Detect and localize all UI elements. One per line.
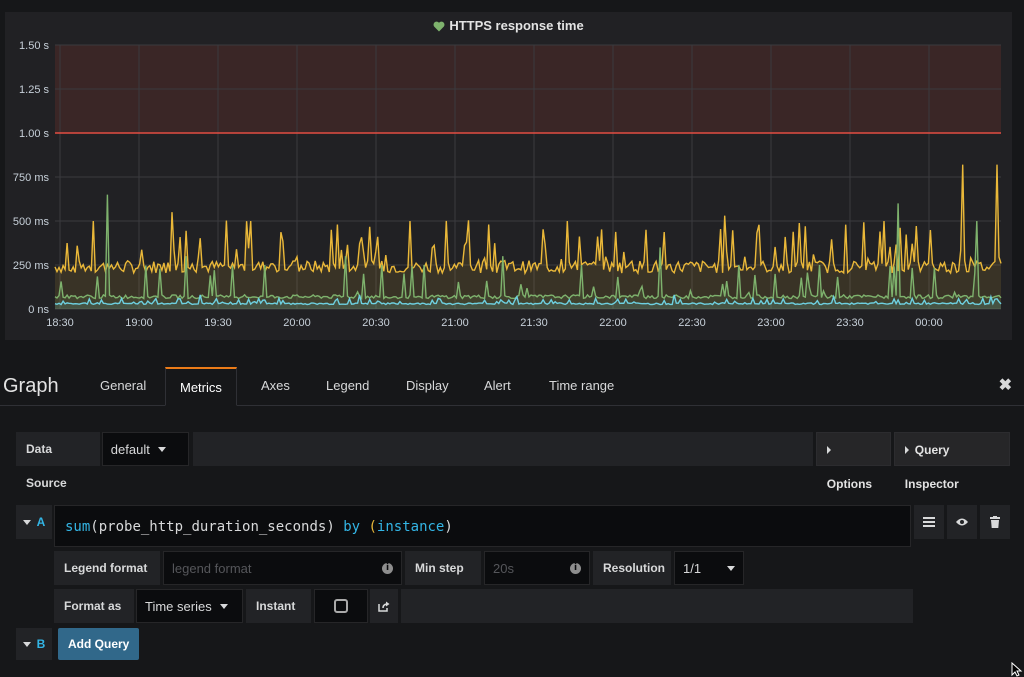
editor-title: Graph	[3, 375, 59, 397]
close-icon[interactable]: ✖	[999, 375, 1012, 395]
editor-header: Graph General Metrics Axes Legend Displa…	[0, 365, 1024, 406]
trash-icon	[990, 516, 1000, 528]
caret-right-icon	[904, 446, 909, 454]
query-a-options-row-1: Legend format legend format i Min step 20…	[54, 551, 744, 585]
y-tick-label: 1.50 s	[19, 40, 49, 52]
expr-paren: (	[90, 519, 99, 535]
query-b-toggle[interactable]: B	[16, 628, 52, 660]
min-step-placeholder: 20s	[493, 560, 514, 576]
tab-axes[interactable]: Axes	[247, 367, 304, 405]
datasource-value: default	[110, 441, 150, 457]
query-inspector-label: Query Inspector	[904, 443, 959, 491]
chevron-down-icon	[22, 641, 31, 647]
legend-format-placeholder: legend format	[172, 560, 252, 576]
time-series-graph: 1.50 s 1.25 s 1.00 s 750 ms 500 ms 250 ms 0 ns…	[13, 40, 1002, 329]
chevron-down-icon	[727, 565, 735, 571]
expr-keyword: by	[343, 519, 361, 535]
chevron-down-icon	[22, 519, 31, 525]
instant-checkbox[interactable]	[334, 599, 348, 613]
y-tick-label: 750 ms	[13, 172, 50, 184]
options-row-spacer	[401, 589, 913, 623]
query-a-toggle[interactable]: A	[16, 505, 52, 539]
x-tick-label: 18:30	[46, 317, 74, 329]
legend-format-input[interactable]: legend format i	[163, 551, 402, 585]
query-inspector-button[interactable]: Query Inspector	[893, 432, 1010, 491]
expr-paren: (	[368, 519, 377, 535]
x-tick-label: 23:30	[836, 317, 864, 329]
y-tick-label: 250 ms	[13, 260, 50, 272]
format-as-value: Time series	[145, 598, 212, 614]
legend-format-label: Legend format	[54, 551, 160, 585]
add-query-button[interactable]: Add Query	[58, 628, 140, 660]
tab-time-range[interactable]: Time range	[535, 367, 628, 405]
datasource-select[interactable]: default	[101, 432, 189, 466]
expr-paren: )	[444, 519, 453, 535]
y-tick-label: 1.00 s	[19, 128, 49, 140]
tab-legend[interactable]: Legend	[312, 367, 383, 405]
expr-metric: probe_http_duration_seconds	[98, 519, 327, 535]
delete-query-button[interactable]	[980, 505, 1010, 539]
toggle-query-visibility-button[interactable]	[947, 505, 977, 539]
y-tick-label: 500 ms	[13, 216, 50, 228]
panel-title[interactable]: HTTPS response time	[5, 18, 1012, 33]
graph-panel: 1.50 s 1.25 s 1.00 s 750 ms 500 ms 250 ms 0 ns…	[5, 12, 1012, 340]
share-icon	[378, 601, 390, 612]
x-tick-label: 19:00	[125, 317, 153, 329]
x-tick-label: 22:30	[678, 317, 706, 329]
instant-checkbox-wrap	[314, 589, 368, 623]
info-icon[interactable]: i	[382, 562, 393, 574]
x-tick-label: 23:00	[757, 317, 785, 329]
expr-paren: )	[326, 519, 335, 535]
format-as-select[interactable]: Time series	[136, 589, 243, 623]
series-line	[54, 164, 1002, 276]
resolution-label: Resolution	[593, 551, 671, 585]
query-b-ref: B	[36, 637, 46, 651]
panel-title-text: HTTPS response time	[449, 18, 584, 33]
resolution-select[interactable]: 1/1	[674, 551, 744, 585]
options-label: Options	[826, 477, 873, 491]
datasource-row: Data Source default Options Query Inspec…	[16, 432, 1010, 491]
tab-general[interactable]: General	[86, 367, 160, 405]
info-icon[interactable]: i	[570, 562, 581, 574]
tab-metrics[interactable]: Metrics	[165, 367, 237, 406]
x-tick-label: 22:00	[599, 317, 627, 329]
query-a-expression-editor[interactable]: sum(probe_http_duration_seconds) by (ins…	[54, 505, 911, 547]
chevron-down-icon	[157, 446, 166, 452]
query-menu-button[interactable]	[914, 505, 944, 539]
heart-icon	[433, 21, 445, 32]
x-tick-label: 20:00	[283, 317, 311, 329]
min-step-label: Min step	[405, 551, 481, 585]
x-tick-label: 21:00	[441, 317, 469, 329]
options-button[interactable]: Options	[815, 432, 891, 491]
format-as-label: Format as	[54, 589, 134, 623]
min-step-input[interactable]: 20s i	[484, 551, 590, 585]
query-a-options-row-2: Format as Time series Instant	[54, 589, 913, 623]
y-tick-label: 0 ns	[28, 304, 49, 316]
resolution-value: 1/1	[683, 560, 702, 576]
y-tick-label: 1.25 s	[19, 84, 49, 96]
x-tick-label: 19:30	[204, 317, 232, 329]
x-tick-label: 20:30	[362, 317, 390, 329]
tab-display[interactable]: Display	[392, 367, 463, 405]
series-area	[55, 164, 1001, 309]
expr-label: instance	[376, 519, 445, 535]
instant-label: Instant	[246, 589, 311, 623]
mouse-cursor-icon	[1011, 662, 1023, 677]
datasource-spacer	[192, 432, 813, 466]
caret-right-icon	[826, 446, 831, 454]
query-a-ref: A	[36, 515, 46, 529]
x-tick-label: 21:30	[520, 317, 548, 329]
eye-icon	[956, 518, 968, 526]
tab-alert[interactable]: Alert	[470, 367, 525, 405]
hamburger-icon	[923, 517, 935, 527]
datasource-label: Data Source	[16, 432, 100, 490]
expr-function: sum	[65, 519, 91, 535]
chevron-down-icon	[219, 603, 228, 609]
x-tick-label: 00:00	[915, 317, 943, 329]
prometheus-link-button[interactable]	[370, 589, 398, 623]
